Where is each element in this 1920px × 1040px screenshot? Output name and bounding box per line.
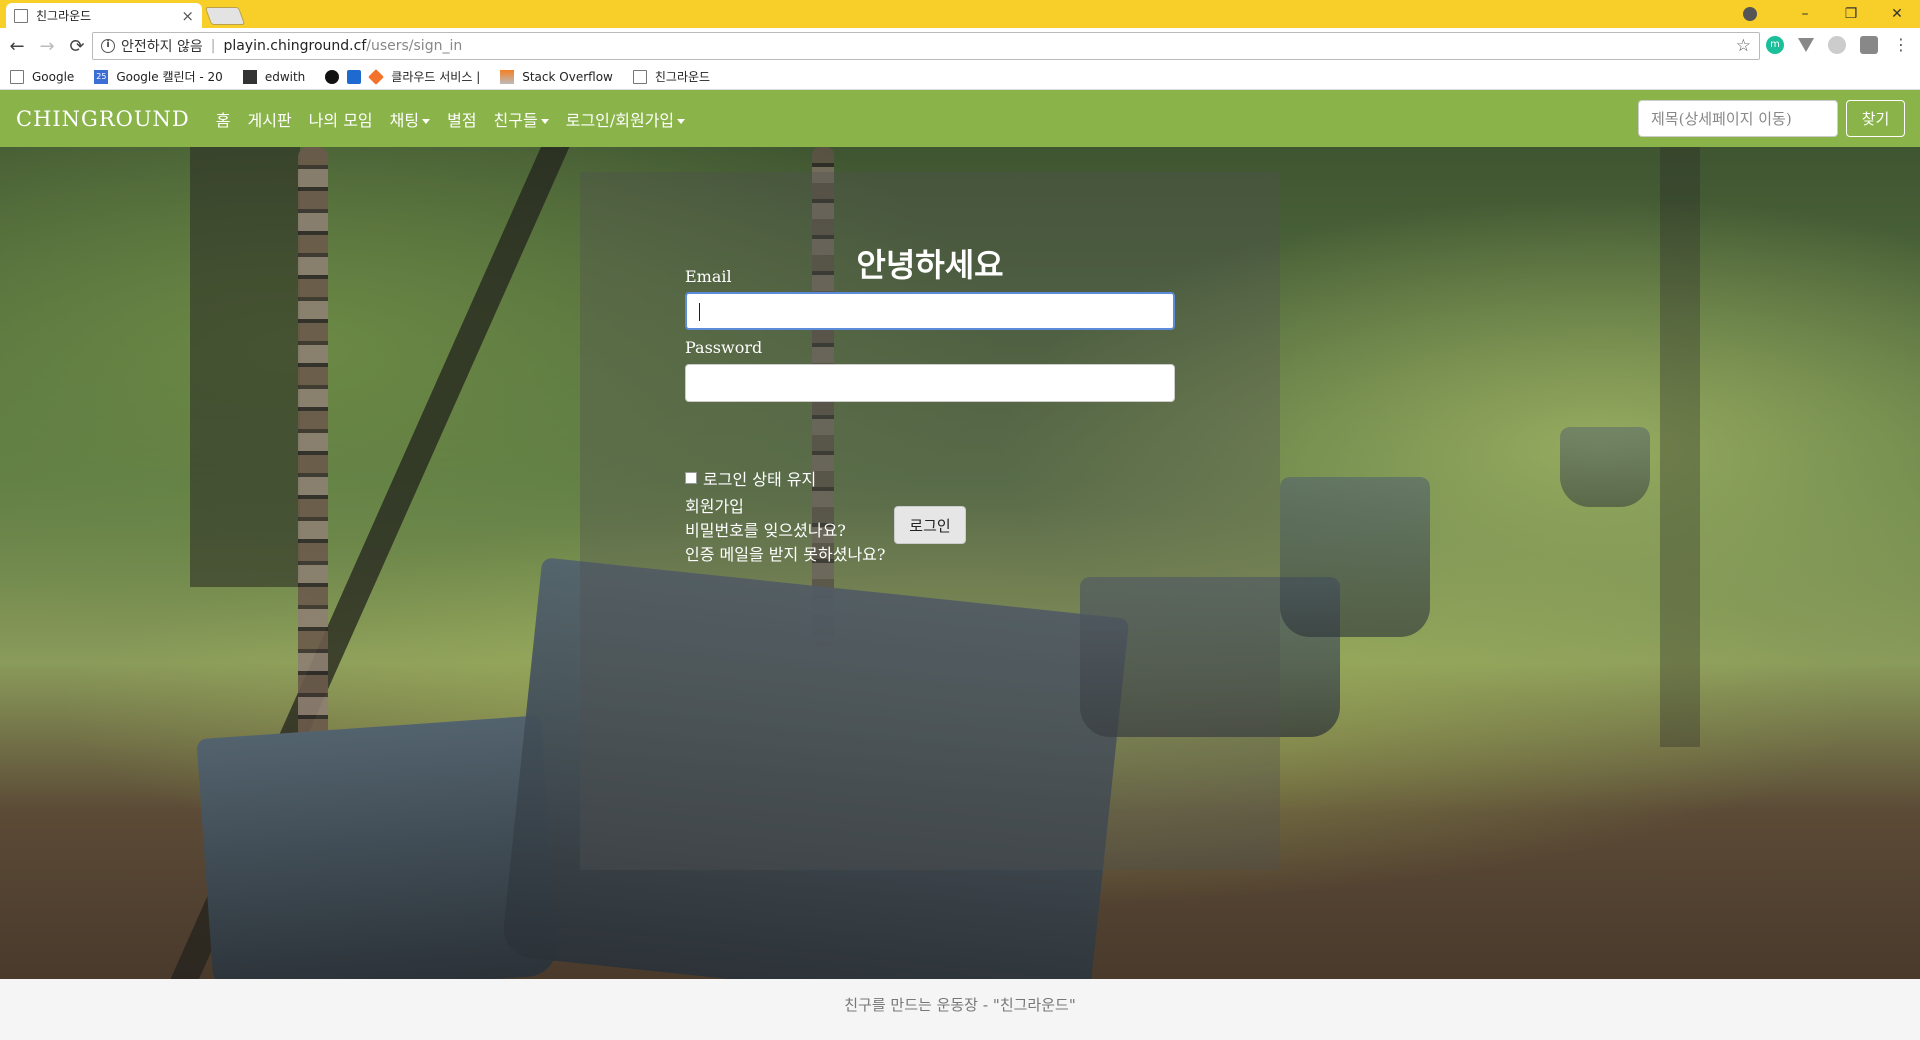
nav-friends-dropdown[interactable]: 친구들 <box>494 107 549 131</box>
close-window-button[interactable]: ✕ <box>1874 6 1920 22</box>
nav-label: 게시판 <box>247 110 292 130</box>
cube-icon <box>368 68 385 85</box>
login-card: 안녕하세요 Email Password 로그인 상태 유지 로그인 회원가입 … <box>580 172 1280 870</box>
back-button[interactable]: ← <box>4 36 30 57</box>
caret-down-icon <box>677 118 686 124</box>
chrome-menu-icon[interactable]: ⋮ <box>1892 36 1910 54</box>
browser-titlebar: 친그라운드 × – ❐ ✕ <box>0 0 1920 28</box>
url-host: playin.chinground.cf <box>223 38 367 54</box>
address-bar[interactable]: i 안전하지 않음 | playin.chinground.cf /users/… <box>92 32 1760 60</box>
background-tree <box>1660 147 1700 747</box>
search-button[interactable]: 찾기 <box>1846 100 1905 137</box>
bookmark-label: edwith <box>264 69 306 84</box>
nav-login-signup-dropdown[interactable]: 로그인/회원가입 <box>565 107 686 131</box>
extension-icons: m ⋮ <box>1766 36 1910 54</box>
swing-seat <box>196 715 559 979</box>
browser-tab[interactable]: 친그라운드 × <box>6 3 202 28</box>
forward-button[interactable]: → <box>34 36 60 57</box>
profile-icon[interactable] <box>1743 7 1757 21</box>
bookmark-label: Google 캘린더 - 20 <box>116 70 223 84</box>
blue-square-icon <box>347 69 362 84</box>
nav-label: 나의 모임 <box>308 110 373 130</box>
extension-m-icon[interactable]: m <box>1766 36 1784 54</box>
minimize-button[interactable]: – <box>1782 6 1828 22</box>
bookmarks-bar: Google 25 Google 캘린더 - 20 edwith 클라우드 서비… <box>0 64 1920 90</box>
nav-board[interactable]: 게시판 <box>248 107 292 131</box>
caret-down-icon <box>540 118 549 124</box>
nav-label: 채팅 <box>389 110 420 130</box>
nav-label: 별점 <box>447 110 477 130</box>
extension-circle-icon[interactable] <box>1828 36 1846 54</box>
caret-down-icon <box>422 118 431 124</box>
bookmark-stackoverflow[interactable]: Stack Overflow <box>500 69 613 84</box>
password-label: Password <box>685 338 763 357</box>
login-button[interactable]: 로그인 <box>894 506 966 544</box>
tab-close-icon[interactable]: × <box>181 7 194 25</box>
bookmark-cloud-service[interactable]: 클라우드 서비스 | <box>368 68 481 85</box>
url-path: /users/sign_in <box>366 38 463 54</box>
nav-label: 로그인/회원가입 <box>565 110 675 130</box>
nav-rating[interactable]: 별점 <box>447 107 476 131</box>
bookmark-github[interactable] <box>325 69 340 84</box>
resend-confirmation-link[interactable]: 인증 메일을 받지 못하셨나요? <box>685 541 885 565</box>
swing-seat <box>1280 477 1430 637</box>
vpn-extension-icon[interactable] <box>1798 38 1814 52</box>
background-tree <box>190 147 300 587</box>
bookmark-label: 친그라운드 <box>654 70 711 84</box>
swing-chain <box>298 147 328 747</box>
bookmark-label: 클라우드 서비스 | <box>391 70 481 84</box>
hero-background: 안녕하세요 Email Password 로그인 상태 유지 로그인 회원가입 … <box>0 147 1920 979</box>
edwith-icon <box>242 69 257 84</box>
swing-seat <box>1560 427 1650 507</box>
window-controls: – ❐ ✕ <box>1782 0 1920 28</box>
footer-text: 친구를 만드는 운동장 - "친그라운드" <box>844 996 1076 1014</box>
search-input[interactable] <box>1638 100 1838 137</box>
site-footer: 친구를 만드는 운동장 - "친그라운드" <box>0 979 1920 1040</box>
calendar-icon: 25 <box>94 69 109 84</box>
remember-me[interactable]: 로그인 상태 유지 <box>685 466 816 490</box>
info-icon[interactable]: i <box>101 39 115 53</box>
new-tab-button[interactable] <box>204 7 246 25</box>
page-icon <box>632 69 647 84</box>
bookmark-edwith[interactable]: edwith <box>242 69 306 84</box>
text-cursor <box>699 303 700 321</box>
bookmark-google-calendar[interactable]: 25 Google 캘린더 - 20 <box>94 68 223 85</box>
bookmark-google[interactable]: Google <box>10 69 75 84</box>
page-icon <box>10 69 24 84</box>
bookmark-label: Stack Overflow <box>522 69 613 84</box>
password-field[interactable] <box>685 364 1175 402</box>
extension-info-icon[interactable] <box>1860 36 1878 54</box>
bookmark-star-icon[interactable]: ☆ <box>1736 36 1751 56</box>
remember-checkbox[interactable] <box>685 472 697 484</box>
reload-button[interactable]: ⟳ <box>64 36 90 57</box>
nav-label: 홈 <box>215 110 231 130</box>
restore-button[interactable]: ❐ <box>1828 6 1874 22</box>
tab-title: 친그라운드 <box>36 9 92 23</box>
stackoverflow-icon <box>500 69 515 84</box>
email-label: Email <box>685 267 732 286</box>
email-field[interactable] <box>685 292 1175 330</box>
nav-label: 친구들 <box>493 110 538 130</box>
nav-chat-dropdown[interactable]: 채팅 <box>389 107 431 131</box>
forgot-password-link[interactable]: 비밀번호를 잊으셨나요? <box>685 517 846 541</box>
security-label: 안전하지 않음 <box>121 39 203 55</box>
bookmark-label: Google <box>32 69 75 84</box>
address-separator: | <box>210 38 216 54</box>
github-icon <box>325 69 340 84</box>
browser-toolbar: ← → ⟳ i 안전하지 않음 | playin.chinground.cf /… <box>0 28 1920 64</box>
nav-home[interactable]: 홈 <box>216 107 231 131</box>
bookmark-blue[interactable] <box>347 69 362 84</box>
bookmark-chinground[interactable]: 친그라운드 <box>632 68 711 85</box>
nav-my-groups[interactable]: 나의 모임 <box>309 107 373 131</box>
brand-logo[interactable]: CHINGROUND <box>16 107 190 131</box>
signup-link[interactable]: 회원가입 <box>685 493 744 517</box>
page-icon <box>14 8 28 23</box>
remember-label: 로그인 상태 유지 <box>703 470 817 489</box>
site-navbar: CHINGROUND 홈 게시판 나의 모임 채팅 별점 친구들 로그인/회원가… <box>0 90 1920 147</box>
